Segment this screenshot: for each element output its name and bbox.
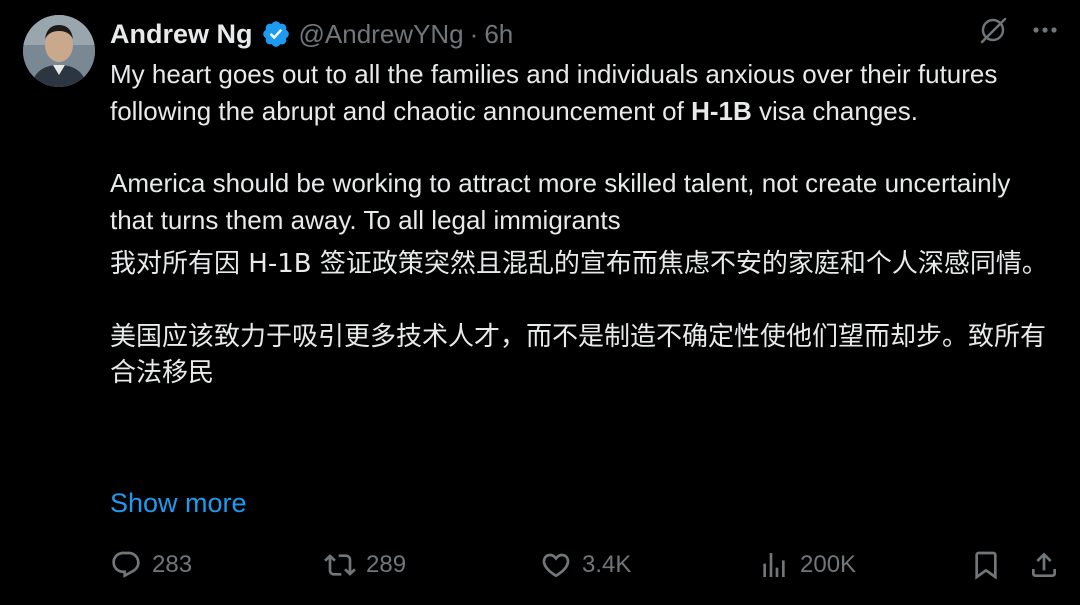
timestamp[interactable]: 6h — [484, 19, 513, 50]
like-button[interactable]: 3.4K — [540, 543, 631, 587]
grok-icon[interactable] — [978, 15, 1008, 45]
more-icon[interactable] — [1030, 15, 1060, 45]
views-count: 200K — [800, 551, 857, 578]
author-name[interactable]: Andrew Ng — [110, 19, 253, 50]
views-button[interactable]: 200K — [758, 543, 856, 587]
repost-icon — [324, 549, 356, 581]
like-count: 3.4K — [582, 551, 632, 578]
action-bar: 283 289 3.4K 200K — [110, 543, 1060, 587]
tweet: Andrew Ng @AndrewYNg · 6h My heart goes … — [0, 0, 1080, 605]
bookmark-button[interactable] — [970, 543, 1002, 587]
tweet-header: Andrew Ng @AndrewYNg · 6h — [110, 14, 513, 54]
header-separator: · — [469, 18, 479, 49]
tweet-text: My heart goes out to all the families an… — [110, 56, 1055, 392]
tweet-paragraph-zh-2: 美国应该致力于吸引更多技术人才，而不是制造不确定性使他们望而却步。致所有合法移民 — [110, 321, 1047, 389]
tweet-paragraph-en-1: My heart goes out to all the families an… — [110, 56, 1055, 129]
reply-count: 283 — [152, 551, 193, 578]
like-icon — [540, 549, 572, 581]
share-icon — [1028, 549, 1060, 581]
reply-icon — [110, 549, 142, 581]
verified-badge-icon — [261, 19, 291, 49]
show-more-link[interactable]: Show more — [110, 488, 247, 519]
repost-button[interactable]: 289 — [324, 543, 406, 587]
tweet-top-actions — [978, 15, 1060, 45]
share-button[interactable] — [1028, 543, 1060, 587]
tweet-paragraph-zh-1: 我对所有因 H-1B 签证政策突然且混乱的宣布而焦虑不安的家庭和个人深感同情。 — [110, 249, 1048, 279]
tweet-paragraph-en-2: America should be working to attract mor… — [110, 168, 1011, 235]
avatar[interactable] — [23, 15, 95, 87]
h1b-bold-term: H-1B — [691, 95, 752, 126]
author-handle[interactable]: @AndrewYNg — [299, 19, 464, 50]
bookmark-icon — [970, 549, 1002, 581]
reply-button[interactable]: 283 — [110, 543, 192, 587]
tweet-text-segment: visa changes. — [751, 95, 918, 126]
views-icon — [758, 549, 790, 581]
repost-count: 289 — [366, 551, 407, 578]
